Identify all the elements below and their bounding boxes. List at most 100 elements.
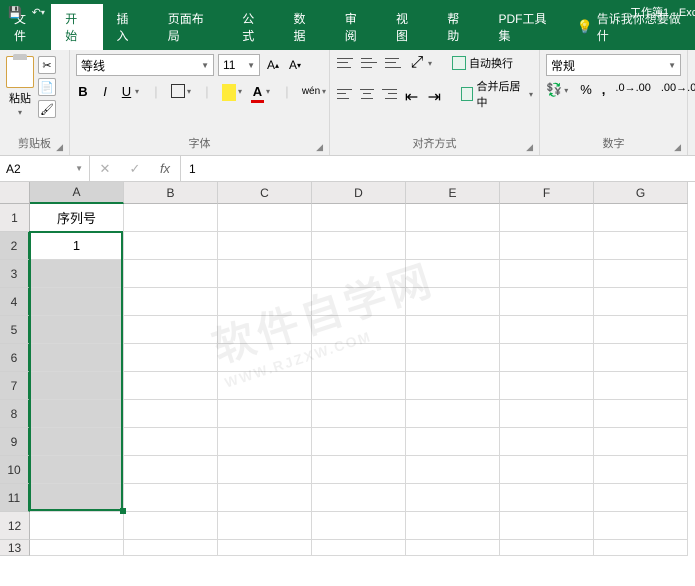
clipboard-launcher-icon[interactable]: ◢: [56, 142, 63, 153]
cell[interactable]: [500, 204, 594, 232]
column-header[interactable]: G: [594, 182, 688, 204]
cell[interactable]: [594, 484, 688, 512]
cell[interactable]: [30, 512, 124, 540]
align-left-button[interactable]: [336, 86, 353, 102]
cell[interactable]: [30, 540, 124, 556]
decrease-font-button[interactable]: A▾: [286, 54, 304, 76]
cell[interactable]: [30, 400, 124, 428]
row-header[interactable]: 11: [0, 484, 30, 512]
cell[interactable]: [500, 456, 594, 484]
percent-format-button[interactable]: %: [580, 82, 592, 98]
cell[interactable]: [124, 288, 218, 316]
undo-button[interactable]: ↶▾: [32, 6, 45, 19]
font-launcher-icon[interactable]: ◢: [316, 142, 323, 153]
cell[interactable]: [218, 288, 312, 316]
decrease-indent-button[interactable]: ⇤: [404, 86, 421, 102]
tell-me-search[interactable]: 💡 告诉我你想要做什: [571, 4, 695, 50]
column-header[interactable]: A: [30, 182, 124, 204]
cell[interactable]: [500, 316, 594, 344]
cell[interactable]: [312, 288, 406, 316]
merge-center-button[interactable]: 合并后居中▾: [461, 78, 533, 110]
comma-format-button[interactable]: ,: [602, 82, 606, 98]
font-name-combo[interactable]: 等线▼: [76, 54, 214, 76]
chevron-down-icon[interactable]: ▼: [247, 61, 255, 70]
cell[interactable]: [124, 400, 218, 428]
cell[interactable]: [30, 316, 124, 344]
cell[interactable]: [500, 428, 594, 456]
row-header[interactable]: 8: [0, 400, 30, 428]
cell[interactable]: [500, 344, 594, 372]
phonetic-button[interactable]: wén▾: [302, 82, 323, 100]
row-header[interactable]: 3: [0, 260, 30, 288]
cut-button[interactable]: ✂: [38, 56, 56, 74]
cell[interactable]: [124, 204, 218, 232]
cell[interactable]: [406, 456, 500, 484]
align-middle-button[interactable]: [360, 55, 378, 71]
cell[interactable]: [30, 456, 124, 484]
cell[interactable]: 序列号: [30, 204, 124, 232]
paste-button[interactable]: 粘贴 ▾: [6, 56, 34, 117]
align-bottom-button[interactable]: [384, 55, 402, 71]
cell[interactable]: [30, 288, 124, 316]
alignment-launcher-icon[interactable]: ◢: [526, 142, 533, 153]
cell[interactable]: [312, 400, 406, 428]
cell[interactable]: [124, 428, 218, 456]
cell[interactable]: [500, 512, 594, 540]
tab-review[interactable]: 审阅: [331, 4, 382, 50]
number-format-combo[interactable]: 常规▼: [546, 54, 681, 76]
cell[interactable]: [218, 540, 312, 556]
cell[interactable]: [124, 456, 218, 484]
chevron-down-icon[interactable]: ▼: [201, 61, 209, 70]
copy-button[interactable]: 📄: [38, 78, 56, 96]
cell[interactable]: [218, 512, 312, 540]
cell[interactable]: [594, 288, 688, 316]
align-top-button[interactable]: [336, 55, 354, 71]
cell[interactable]: [594, 372, 688, 400]
row-header[interactable]: 10: [0, 456, 30, 484]
align-right-button[interactable]: [381, 86, 398, 102]
cell[interactable]: [500, 372, 594, 400]
font-size-combo[interactable]: 11▼: [218, 54, 260, 76]
cell[interactable]: [500, 540, 594, 556]
accept-formula-button[interactable]: ✓: [120, 161, 150, 177]
cell[interactable]: [594, 400, 688, 428]
cell[interactable]: [406, 260, 500, 288]
cell[interactable]: [594, 232, 688, 260]
cell[interactable]: 1: [30, 232, 124, 260]
tab-pdf-tools[interactable]: PDF工具集: [484, 4, 570, 50]
cell[interactable]: [406, 400, 500, 428]
cell[interactable]: [406, 232, 500, 260]
cell[interactable]: [312, 456, 406, 484]
cell[interactable]: [124, 372, 218, 400]
cell[interactable]: [124, 484, 218, 512]
tab-view[interactable]: 视图: [382, 4, 433, 50]
bold-button[interactable]: B: [76, 84, 90, 99]
cell[interactable]: [124, 232, 218, 260]
row-header[interactable]: 13: [0, 540, 30, 556]
chevron-down-icon[interactable]: ▼: [75, 164, 83, 173]
cell[interactable]: [406, 316, 500, 344]
column-header[interactable]: D: [312, 182, 406, 204]
qat-customize-icon[interactable]: ▾: [74, 8, 78, 17]
cell[interactable]: [218, 232, 312, 260]
cell[interactable]: [594, 456, 688, 484]
cell[interactable]: [406, 484, 500, 512]
cell[interactable]: [312, 344, 406, 372]
cell[interactable]: [124, 316, 218, 344]
cell[interactable]: [218, 484, 312, 512]
row-header[interactable]: 4: [0, 288, 30, 316]
fill-handle[interactable]: [120, 508, 126, 514]
cell[interactable]: [594, 260, 688, 288]
cell[interactable]: [124, 512, 218, 540]
row-header[interactable]: 7: [0, 372, 30, 400]
cell[interactable]: [500, 232, 594, 260]
cell[interactable]: [406, 204, 500, 232]
cell[interactable]: [218, 428, 312, 456]
column-header[interactable]: E: [406, 182, 500, 204]
tab-data[interactable]: 数据: [279, 4, 330, 50]
cell[interactable]: [30, 344, 124, 372]
cell[interactable]: [500, 288, 594, 316]
border-button[interactable]: ▾: [171, 82, 192, 100]
accounting-format-button[interactable]: 💱▾: [546, 82, 570, 98]
cell[interactable]: [312, 260, 406, 288]
